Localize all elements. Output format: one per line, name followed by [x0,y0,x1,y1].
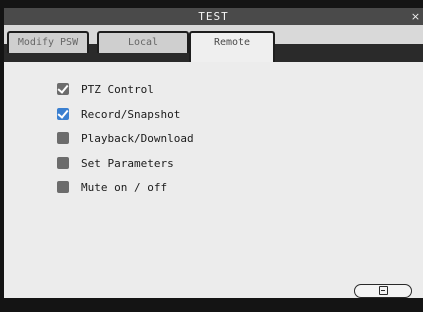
permission-mute-on-off[interactable]: Mute on / off [57,180,167,194]
close-icon[interactable]: × [410,8,422,25]
remote-permissions-panel: PTZ Control Record/Snapshot Playback/Dow… [4,62,423,308]
ptz-control-checkbox[interactable] [57,83,69,95]
tab-local[interactable]: Local [97,31,189,53]
tab-remote[interactable]: Remote [189,31,275,62]
save-button[interactable] [354,284,412,298]
permission-ptz-control[interactable]: PTZ Control [57,82,154,96]
screen: TEST × Modify PSW Local Remote PTZ Contr… [0,0,423,312]
screen-bottom-edge [0,298,423,312]
set-parameters-checkbox[interactable] [57,157,69,169]
permission-playback-download[interactable]: Playback/Download [57,131,194,145]
permission-set-parameters[interactable]: Set Parameters [57,156,174,170]
playback-download-checkbox[interactable] [57,132,69,144]
mute-on-off-label: Mute on / off [81,180,168,194]
window-title: TEST [198,10,229,23]
playback-download-label: Playback/Download [81,131,194,145]
set-parameters-label: Set Parameters [81,156,174,170]
tab-strip: Modify PSW Local Remote [4,25,423,62]
tab-modify-psw[interactable]: Modify PSW [7,31,89,53]
settings-dialog: TEST × Modify PSW Local Remote PTZ Contr… [4,8,423,308]
floppy-disk-icon [379,286,388,295]
record-snapshot-checkbox[interactable] [57,108,69,120]
record-snapshot-label: Record/Snapshot [81,107,181,121]
title-bar: TEST × [4,8,423,25]
permission-record-snapshot[interactable]: Record/Snapshot [57,107,180,121]
ptz-control-label: PTZ Control [81,82,154,96]
mute-on-off-checkbox[interactable] [57,181,69,193]
